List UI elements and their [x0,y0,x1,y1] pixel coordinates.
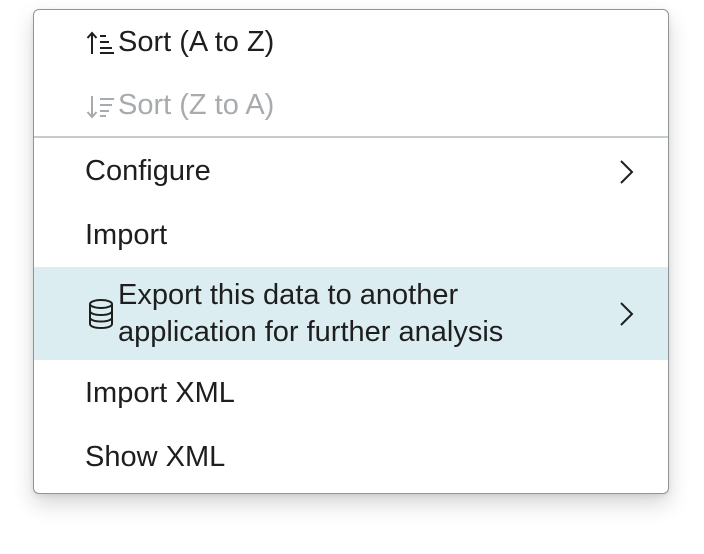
sort-descending-icon [84,91,118,121]
menu-item-label-line-2: application for further analysis [118,315,504,348]
menu-item-show-xml[interactable]: Show XML [34,439,668,476]
menu-item-sort-a-to-z[interactable]: Sort (A to Z) [34,24,668,61]
menu-item-label: Show XML [85,441,226,473]
context-menu: Sort (A to Z) Sort (Z to A) Configure Im… [33,9,669,494]
menu-item-label: Import XML [85,377,235,409]
menu-item-import[interactable]: Import [34,217,668,254]
menu-divider [34,136,668,138]
menu-item-label: Sort (Z to A) [118,89,275,121]
menu-item-label: Configure [85,155,211,187]
menu-item-label: Export this data to another application … [118,277,588,351]
menu-item-label-line-1: Export this data to another [118,278,459,311]
sort-ascending-icon [84,28,118,58]
menu-item-label: Import [85,219,168,251]
menu-item-sort-z-to-a[interactable]: Sort (Z to A) [34,87,668,124]
menu-item-import-xml[interactable]: Import XML [34,375,668,412]
menu-item-export[interactable]: Export this data to another application … [34,267,668,360]
chevron-right-icon [616,299,636,329]
database-icon [84,297,118,331]
menu-item-configure[interactable]: Configure [34,153,668,190]
menu-item-label: Sort (A to Z) [118,26,275,58]
chevron-right-icon [616,157,636,187]
